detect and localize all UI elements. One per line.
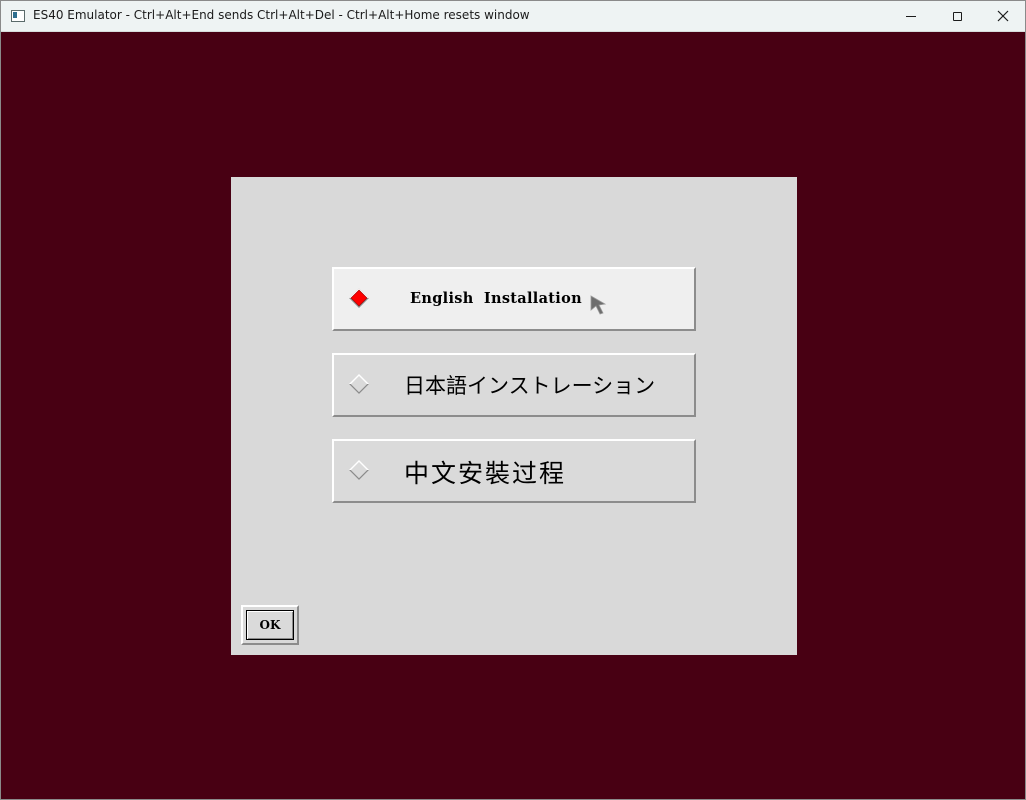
- english-installation-label: English Installation: [410, 290, 582, 307]
- emulator-window: ES40 Emulator - Ctrl+Alt+End sends Ctrl+…: [0, 0, 1026, 800]
- radio-diamond-selected-icon: [349, 288, 369, 308]
- ok-button-frame: OK: [241, 605, 299, 645]
- mouse-pointer-icon: [590, 295, 607, 315]
- minimize-button[interactable]: [888, 1, 934, 31]
- radio-diamond-icon: [349, 374, 369, 394]
- title-bar[interactable]: ES40 Emulator - Ctrl+Alt+End sends Ctrl+…: [1, 1, 1025, 32]
- maximize-button[interactable]: [934, 1, 980, 31]
- installation-language-dialog: English Installation 日本語インストレーション 中文安裝过程…: [231, 177, 797, 655]
- chinese-installation-label: 中文安裝过程: [404, 459, 567, 488]
- maximize-icon: [952, 11, 962, 21]
- close-icon: [997, 10, 1009, 22]
- english-installation-option[interactable]: English Installation: [332, 267, 696, 331]
- chinese-installation-option[interactable]: 中文安裝过程: [332, 439, 696, 503]
- japanese-installation-label: 日本語インストレーション: [404, 374, 656, 398]
- radio-diamond-icon: [349, 460, 369, 480]
- emulator-screen: English Installation 日本語インストレーション 中文安裝过程…: [1, 32, 1025, 799]
- app-window-icon: [11, 10, 25, 22]
- window-title: ES40 Emulator - Ctrl+Alt+End sends Ctrl+…: [33, 8, 530, 22]
- minimize-icon: [906, 15, 916, 17]
- ok-button[interactable]: OK: [246, 610, 294, 640]
- japanese-installation-option[interactable]: 日本語インストレーション: [332, 353, 696, 417]
- close-button[interactable]: [980, 1, 1026, 31]
